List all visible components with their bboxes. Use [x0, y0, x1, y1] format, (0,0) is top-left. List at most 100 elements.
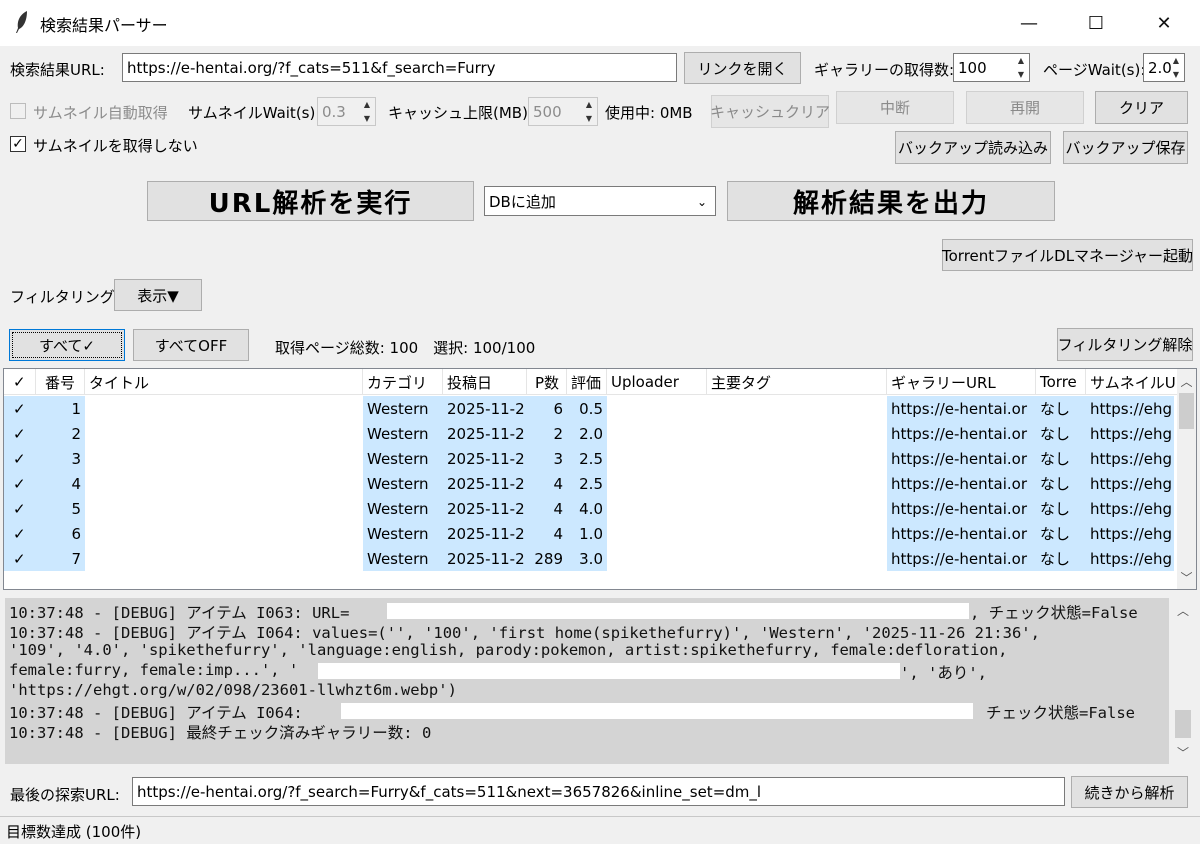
col-rating[interactable]: 評価	[567, 369, 607, 395]
cell-gallery-url: https://e-hentai.or	[887, 446, 1036, 471]
table-row[interactable]: ✓ 7 Western 2025-11-2 289 3.0 https://e-hentai…	[4, 546, 1174, 571]
cell-thumb-url: https://ehg	[1086, 546, 1174, 571]
close-button[interactable]: ✕	[1130, 0, 1198, 46]
open-link-button[interactable]: リンクを開く	[684, 52, 801, 84]
spin-down-icon[interactable]: ▼	[359, 112, 375, 126]
last-url-input[interactable]: https://e-hentai.org/?f_search=Furry&f_c…	[132, 777, 1065, 806]
run-parse-button[interactable]: URL解析を実行	[147, 181, 474, 221]
page-wait-spinbox[interactable]: 2.0 ▲ ▼	[1143, 53, 1185, 82]
thumb-auto-checkbox[interactable]	[10, 103, 26, 119]
redacted-region	[341, 703, 973, 719]
cell-tags	[707, 421, 887, 446]
cell-category: Western	[363, 546, 443, 571]
minimize-button[interactable]: —	[995, 0, 1063, 46]
filter-toggle-button[interactable]: 表示▼	[114, 279, 202, 311]
cell-tags	[707, 546, 887, 571]
col-date[interactable]: 投稿日	[443, 369, 527, 395]
scroll-down-icon[interactable]: ﹀	[1177, 567, 1196, 587]
table-scroll-thumb[interactable]	[1179, 393, 1194, 429]
cell-number: 6	[36, 521, 85, 546]
table-row[interactable]: ✓ 1 Western 2025-11-2 6 0.5 https://e-hentai.o…	[4, 396, 1174, 421]
cell-rating: 4.0	[567, 496, 607, 521]
spin-up-icon[interactable]: ▲	[359, 98, 375, 112]
gallery-count-spinbox[interactable]: 100 ▲ ▼	[953, 53, 1030, 82]
cell-pages: 4	[527, 521, 567, 546]
cell-category: Western	[363, 396, 443, 421]
log-scroll-thumb[interactable]	[1175, 710, 1191, 738]
scroll-up-icon[interactable]: ︿	[1173, 600, 1193, 620]
gallery-count-arrows[interactable]: ▲ ▼	[1013, 54, 1029, 81]
cache-clear-button[interactable]: キャッシュクリア	[710, 95, 830, 128]
status-text: 目標数達成 (100件)	[6, 823, 142, 841]
cell-check: ✓	[4, 421, 36, 446]
log-output[interactable]: 10:37:48 - [DEBUG] アイテム I063: URL= , チェッ…	[5, 598, 1169, 764]
resume-button[interactable]: 再開	[966, 91, 1084, 124]
table-row[interactable]: ✓ 4 Western 2025-11-2 4 2.5 https://e-hentai.o…	[4, 471, 1174, 496]
cell-gallery-url: https://e-hentai.or	[887, 471, 1036, 496]
col-pages[interactable]: P数	[527, 369, 567, 395]
cell-uploader	[607, 421, 707, 446]
cell-gallery-url: https://e-hentai.or	[887, 396, 1036, 421]
spin-up-icon[interactable]: ▲	[1013, 54, 1029, 68]
thumb-wait-spinbox[interactable]: 0.3 ▲ ▼	[317, 97, 376, 126]
col-torrent[interactable]: Torre	[1036, 369, 1086, 395]
log-line-tail: , チェック状態=False	[970, 604, 1138, 622]
cell-pages: 4	[527, 471, 567, 496]
col-title[interactable]: タイトル	[85, 369, 363, 395]
thumb-wait-arrows[interactable]: ▲ ▼	[359, 98, 375, 125]
log-scrollbar[interactable]: ︿ ﹀	[1173, 598, 1193, 764]
cell-gallery-url: https://e-hentai.or	[887, 496, 1036, 521]
col-check[interactable]: ✓	[4, 369, 36, 395]
scroll-down-icon[interactable]: ﹀	[1173, 742, 1193, 762]
export-results-button[interactable]: 解析結果を出力	[727, 181, 1055, 221]
clear-button[interactable]: クリア	[1095, 91, 1188, 124]
col-category[interactable]: カテゴリ	[363, 369, 443, 395]
torrent-manager-button[interactable]: TorrentファイルDLマネージャー起動	[942, 239, 1193, 271]
select-all-button[interactable]: すべて✓	[9, 329, 125, 361]
backup-save-button[interactable]: バックアップ保存	[1063, 131, 1188, 164]
col-thumb-url[interactable]: サムネイルU	[1086, 369, 1178, 395]
deselect-all-button[interactable]: すべてOFF	[133, 329, 249, 361]
cell-title	[85, 521, 363, 546]
cell-rating: 3.0	[567, 546, 607, 571]
mode-select[interactable]: DBに追加 ⌄	[484, 186, 716, 216]
table-row[interactable]: ✓ 3 Western 2025-11-2 3 2.5 https://e-hentai.o…	[4, 446, 1174, 471]
table-row[interactable]: ✓ 2 Western 2025-11-2 2 2.0 https://e-hentai.o…	[4, 421, 1174, 446]
spin-up-icon[interactable]: ▲	[1168, 54, 1184, 68]
table-row[interactable]: ✓ 5 Western 2025-11-2 4 4.0 https://e-hentai.o…	[4, 496, 1174, 521]
spin-down-icon[interactable]: ▼	[1013, 68, 1029, 82]
log-line: 10:37:48 - [DEBUG] アイテム I064:	[9, 704, 303, 722]
spin-down-icon[interactable]: ▼	[1168, 68, 1184, 82]
cache-limit-spinbox[interactable]: 500 ▲ ▼	[528, 97, 598, 126]
cell-date: 2025-11-2	[443, 546, 527, 571]
cell-uploader	[607, 521, 707, 546]
cell-category: Western	[363, 496, 443, 521]
redacted-region	[318, 663, 900, 679]
backup-load-button[interactable]: バックアップ読み込み	[895, 131, 1051, 164]
table-row[interactable]: ✓ 6 Western 2025-11-2 4 1.0 https://e-hentai.o…	[4, 521, 1174, 546]
col-uploader[interactable]: Uploader	[607, 369, 707, 395]
no-thumb-checkbox[interactable]: ✓	[10, 136, 26, 152]
maximize-button[interactable]: ☐	[1062, 0, 1130, 46]
spin-down-icon[interactable]: ▼	[581, 112, 597, 126]
cell-category: Western	[363, 471, 443, 496]
results-table[interactable]: ✓ 番号 タイトル カテゴリ 投稿日 P数 評価 Uploader 主要タグ ギ…	[3, 368, 1197, 590]
cell-tags	[707, 396, 887, 421]
clear-filter-button[interactable]: フィルタリング解除	[1057, 328, 1193, 361]
col-gallery-url[interactable]: ギャラリーURL	[887, 369, 1036, 395]
cell-tags	[707, 521, 887, 546]
cell-number: 3	[36, 446, 85, 471]
spin-up-icon[interactable]: ▲	[581, 98, 597, 112]
cell-date: 2025-11-2	[443, 446, 527, 471]
continue-parse-button[interactable]: 続きから解析	[1071, 776, 1188, 808]
search-url-input[interactable]: https://e-hentai.org/?f_cats=511&f_searc…	[122, 53, 677, 82]
cache-limit-arrows[interactable]: ▲ ▼	[581, 98, 597, 125]
col-tags[interactable]: 主要タグ	[707, 369, 887, 395]
page-wait-arrows[interactable]: ▲ ▼	[1168, 54, 1184, 81]
stop-button[interactable]: 中断	[836, 91, 954, 124]
cell-torrent: なし	[1036, 446, 1086, 471]
scroll-up-icon[interactable]: ︿	[1177, 371, 1196, 391]
filter-label: フィルタリング	[10, 288, 115, 306]
table-scrollbar[interactable]: ︿ ﹀	[1177, 369, 1196, 589]
col-number[interactable]: 番号	[36, 369, 85, 395]
